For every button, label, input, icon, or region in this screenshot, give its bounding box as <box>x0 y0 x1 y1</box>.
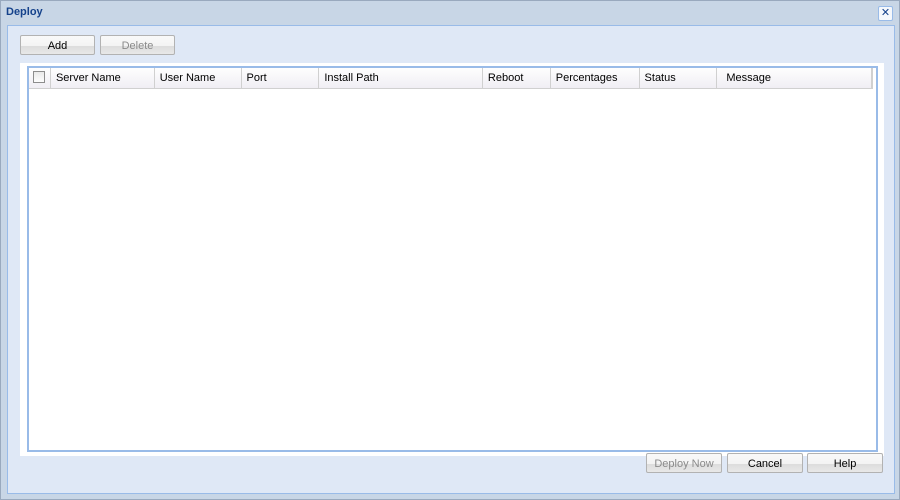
column-header-server-name[interactable]: Server Name <box>51 68 155 88</box>
column-header-message[interactable]: Message <box>717 68 872 88</box>
deploy-dialog: Deploy ✕ Add Delete Server Name User Nam… <box>0 0 900 500</box>
close-button[interactable]: ✕ <box>878 6 893 21</box>
column-header-port[interactable]: Port <box>242 68 320 88</box>
delete-button[interactable]: Delete <box>100 35 175 55</box>
dialog-body: Add Delete Server Name User Name Port In… <box>7 25 895 494</box>
select-all-header <box>29 68 51 88</box>
add-button[interactable]: Add <box>20 35 95 55</box>
deploy-now-button[interactable]: Deploy Now <box>646 453 722 473</box>
select-all-checkbox[interactable] <box>33 71 45 83</box>
cancel-button[interactable]: Cancel <box>727 453 803 473</box>
column-header-reboot[interactable]: Reboot <box>483 68 551 88</box>
grid-body <box>29 89 876 450</box>
dialog-title: Deploy <box>6 6 43 18</box>
column-header-install-path[interactable]: Install Path <box>319 68 483 88</box>
close-icon: ✕ <box>880 7 891 19</box>
title-bar[interactable]: Deploy ✕ <box>1 1 899 25</box>
grid-header: Server Name User Name Port Install Path … <box>29 68 873 89</box>
column-header-percentages[interactable]: Percentages <box>551 68 640 88</box>
grid-container: Server Name User Name Port Install Path … <box>20 63 884 456</box>
column-header-user-name[interactable]: User Name <box>155 68 242 88</box>
help-button[interactable]: Help <box>807 453 883 473</box>
servers-grid: Server Name User Name Port Install Path … <box>27 66 878 452</box>
column-header-status[interactable]: Status <box>640 68 718 88</box>
